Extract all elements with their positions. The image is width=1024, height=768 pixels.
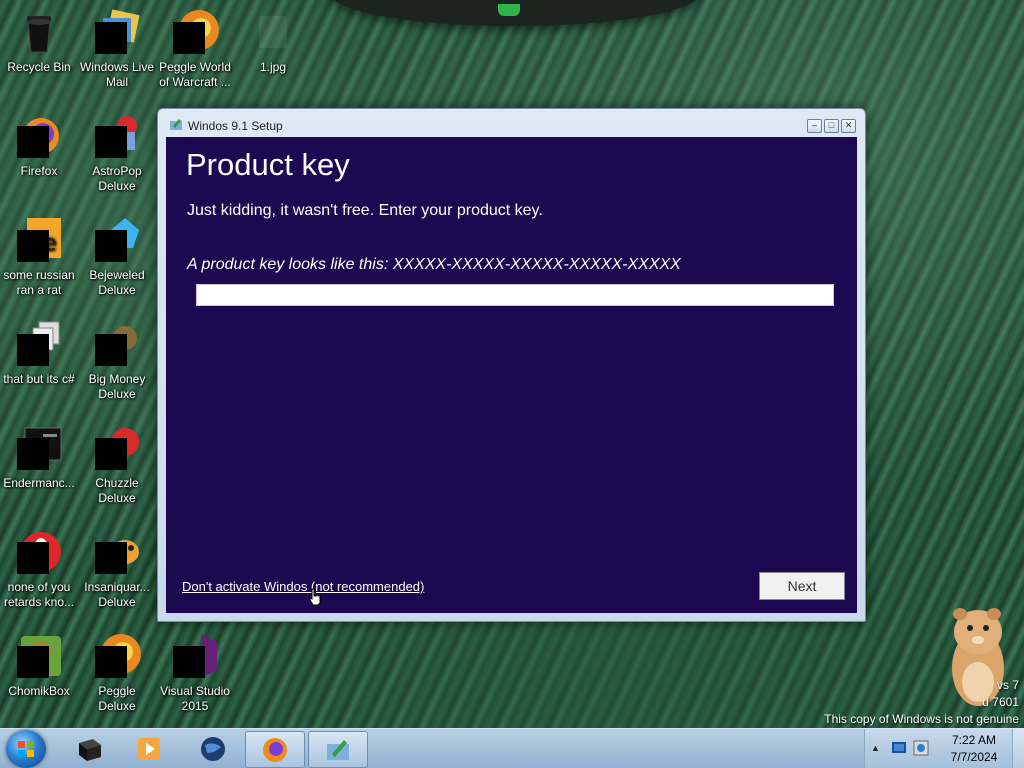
desktop-icon-label: Bejeweled Deluxe	[89, 268, 145, 297]
desktop: Recycle Bin Firefox e some russian ran a…	[0, 0, 1024, 768]
desktop-icon-label: none of you retards kno...	[3, 580, 75, 609]
desktop-icon-label: Big Money Deluxe	[88, 372, 146, 401]
window-titlebar[interactable]: Windos 9.1 Setup – □ ✕	[158, 109, 865, 137]
desktop-icon-label: Visual Studio 2015	[160, 684, 230, 713]
desktop-icon-endermanc[interactable]: Endermanc...	[0, 420, 78, 491]
desktop-icon-chuzzle[interactable]: Chuzzle Deluxe	[78, 420, 156, 506]
windows-logo-icon	[18, 741, 34, 757]
show-desktop-button[interactable]	[1012, 729, 1024, 768]
mail-icon	[93, 8, 141, 56]
desktop-icon-bejeweled[interactable]: Bejeweled Deluxe	[78, 212, 156, 298]
maximize-icon: □	[828, 120, 835, 130]
setup-content: Product key Just kidding, it wasn't free…	[166, 137, 857, 613]
taskbar-item-black-cube[interactable]	[60, 731, 118, 766]
firefox-icon	[263, 738, 287, 762]
desktop-icon-big-money[interactable]: Big Money Deluxe	[78, 316, 156, 402]
desktop-icon-peggle-wow[interactable]: Peggle World of Warcraft ...	[156, 4, 234, 90]
desktop-icon-label: Peggle Deluxe	[98, 684, 136, 713]
taskbar-item-globe[interactable]	[184, 731, 242, 766]
close-icon: ✕	[844, 120, 853, 130]
desktop-icon-chomikbox[interactable]: ChomikBox	[0, 628, 78, 699]
desktop-icon-windows-live-mail[interactable]: Windows Live Mail	[78, 4, 156, 90]
astropop-icon	[93, 112, 141, 160]
desktop-icon-peggle-deluxe[interactable]: Peggle Deluxe	[78, 628, 156, 714]
desktop-icon-label: Endermanc...	[3, 476, 75, 490]
bejeweled-icon	[93, 216, 141, 264]
taskbar: ▲ 7:22 AM 7/7/2024	[0, 728, 1024, 768]
hand-cursor-icon	[309, 588, 321, 606]
black-cube-icon	[79, 739, 101, 761]
desktop-icon-that-but-its-csharp[interactable]: that but its c#	[0, 316, 78, 387]
action-center-icon[interactable]	[891, 740, 907, 756]
minimize-button[interactable]: –	[807, 119, 822, 133]
desktop-icon-label: Peggle World of Warcraft ...	[159, 60, 231, 89]
firefox-icon	[15, 112, 63, 160]
desktop-icon-label: ChomikBox	[8, 684, 70, 698]
desktop-icon-label: Recycle Bin	[7, 60, 71, 74]
image-file-icon	[249, 8, 297, 56]
java-icon: e	[15, 216, 63, 264]
wallpaper-rock	[330, 0, 700, 26]
setup-window: Windos 9.1 Setup – □ ✕ Product key Just …	[157, 108, 866, 622]
skip-activation-link[interactable]: Don't activate Windos (not recommended)	[182, 579, 424, 594]
taskbar-item-setup[interactable]	[308, 731, 368, 768]
start-button[interactable]	[6, 730, 46, 768]
peggle-icon	[171, 8, 219, 56]
big-money-icon	[93, 320, 141, 368]
page-title: Product key	[186, 147, 350, 182]
desktop-icon-label: AstroPop Deluxe	[92, 164, 142, 193]
chomikbox-icon	[15, 632, 63, 680]
watermark-line: vs 7	[996, 678, 1019, 692]
minimize-icon: –	[811, 120, 817, 130]
desktop-icon-label: that but its c#	[3, 372, 75, 386]
terminal-icon	[15, 424, 63, 472]
system-tray: ▲ 7:22 AM 7/7/2024	[864, 729, 1024, 768]
clock-date[interactable]: 7/7/2024	[941, 750, 1007, 764]
peggle-icon	[93, 632, 141, 680]
wallpaper-gem	[498, 4, 520, 16]
genuine-watermark: vs 7 d 7601 This copy of Windows is not …	[824, 677, 1019, 728]
desktop-icon-label: Chuzzle Deluxe	[95, 476, 139, 505]
desktop-icon-label: Windows Live Mail	[79, 60, 155, 89]
taskbar-item-firefox[interactable]	[245, 731, 305, 768]
show-hidden-icons-icon[interactable]: ▲	[871, 743, 880, 753]
page-subtitle: Just kidding, it wasn't free. Enter your…	[187, 202, 543, 219]
watermark-line: d 7601	[982, 695, 1019, 709]
globe-icon	[201, 737, 225, 761]
taskbar-item-media-player[interactable]	[120, 731, 178, 766]
desktop-icon-firefox[interactable]: Firefox	[0, 108, 78, 179]
desktop-icon-astropop[interactable]: AstroPop Deluxe	[78, 108, 156, 194]
opera-icon	[15, 528, 63, 576]
desktop-icon-label: 1.jpg	[259, 60, 287, 74]
maximize-button[interactable]: □	[824, 119, 839, 133]
desktop-icon-some-russian-ran-a-rat[interactable]: e some russian ran a rat	[0, 212, 78, 298]
recycle-bin-icon	[15, 8, 63, 56]
desktop-icon-1-jpg[interactable]: 1.jpg	[234, 4, 312, 75]
desktop-icon-label: some russian ran a rat	[3, 268, 75, 297]
product-key-input[interactable]	[196, 284, 834, 306]
insaniquarium-icon	[93, 528, 141, 576]
desktop-icon-visual-studio[interactable]: Visual Studio 2015	[156, 628, 234, 714]
setup-icon	[327, 740, 349, 760]
setup-app-icon	[170, 119, 182, 130]
desktop-icon-none-of-you[interactable]: none of you retards kno...	[0, 524, 78, 610]
desktop-icon-label: Insaniquar... Deluxe	[84, 580, 150, 609]
desktop-icon-label: Firefox	[20, 164, 58, 178]
product-key-hint: A product key looks like this: XXXXX-XXX…	[187, 256, 681, 273]
network-icon[interactable]	[913, 740, 929, 756]
clock-time[interactable]: 7:22 AM	[941, 733, 1007, 747]
chuzzle-icon	[93, 424, 141, 472]
desktop-icon-recycle-bin[interactable]: Recycle Bin	[0, 4, 78, 75]
window-title: Windos 9.1 Setup	[188, 119, 283, 133]
desktop-icon-insaniquarium[interactable]: Insaniquar... Deluxe	[78, 524, 156, 610]
watermark-line: This copy of Windows is not genuine	[824, 712, 1019, 726]
close-button[interactable]: ✕	[841, 119, 856, 133]
media-player-icon	[138, 738, 160, 760]
windows-stack-icon	[15, 320, 63, 368]
next-button[interactable]: Next	[759, 572, 845, 600]
visual-studio-icon	[171, 632, 219, 680]
